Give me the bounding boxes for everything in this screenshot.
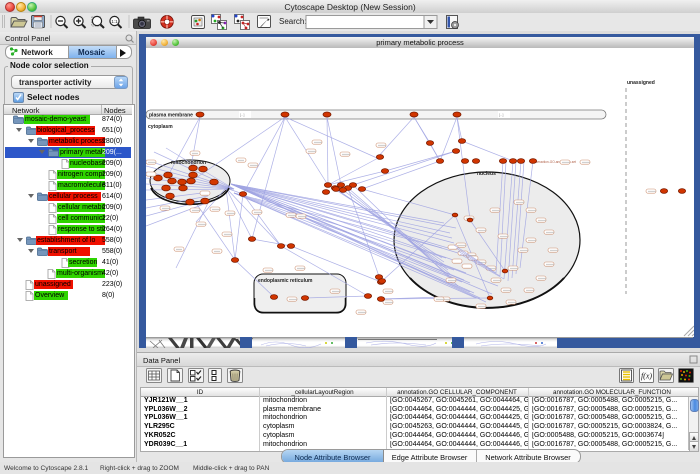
svg-text:cytoplasm: cytoplasm <box>148 124 173 130</box>
svg-text:Search:: Search: <box>279 17 307 26</box>
svg-text:[..]: [..] <box>499 112 503 117</box>
svg-text:mitochondrion: mitochondrion <box>171 160 206 166</box>
svg-text:nucleus: nucleus <box>477 171 496 177</box>
svg-text:plasma membrane: plasma membrane <box>149 113 193 119</box>
svg-text:1:1: 1:1 <box>111 19 118 24</box>
svg-text:unassigned: unassigned <box>627 80 655 86</box>
svg-text:endoplasmic reticulum: endoplasmic reticulum <box>258 278 313 284</box>
svg-text:[..]: [..] <box>240 112 244 117</box>
svg-text:f(x): f(x) <box>641 372 652 381</box>
